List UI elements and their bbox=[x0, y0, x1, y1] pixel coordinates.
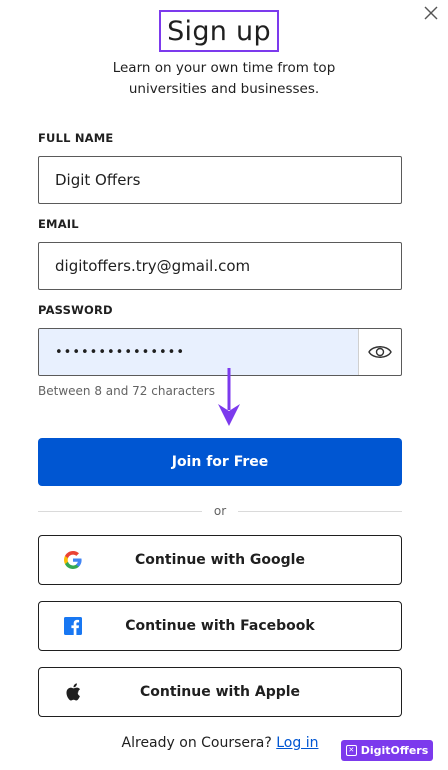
eye-icon bbox=[368, 346, 392, 358]
google-icon bbox=[63, 550, 83, 570]
full-name-input[interactable]: Digit Offers bbox=[38, 156, 402, 204]
title-highlight-box: Sign up bbox=[159, 10, 279, 52]
full-name-value: Digit Offers bbox=[55, 171, 141, 189]
continue-with-facebook-button[interactable]: Continue with Facebook bbox=[38, 601, 402, 651]
full-name-label: FULL NAME bbox=[38, 131, 114, 145]
or-divider: or bbox=[38, 502, 402, 520]
join-for-free-label: Join for Free bbox=[171, 454, 269, 470]
close-button[interactable] bbox=[420, 2, 442, 24]
google-label: Continue with Google bbox=[135, 552, 305, 568]
subtitle-line-1: Learn on your own time from top bbox=[112, 60, 336, 76]
password-helper: Between 8 and 72 characters bbox=[38, 384, 215, 398]
watermark-brand: DigitOffers bbox=[360, 744, 429, 757]
divider-line-right bbox=[238, 510, 402, 512]
subtitle: Learn on your own time from top universi… bbox=[0, 58, 448, 100]
digitoffers-watermark: ✕ DigitOffers bbox=[341, 740, 433, 761]
footer-text: Already on Coursera? bbox=[121, 735, 272, 751]
email-value: digitoffers.try@gmail.com bbox=[55, 257, 251, 275]
divider-line-left bbox=[38, 510, 202, 512]
email-label: EMAIL bbox=[38, 217, 79, 231]
facebook-icon bbox=[63, 616, 83, 636]
or-text: or bbox=[213, 504, 227, 518]
subtitle-line-2: universities and businesses. bbox=[128, 81, 320, 97]
close-icon bbox=[424, 6, 438, 20]
arrow-down-icon bbox=[218, 368, 240, 426]
page-title: Sign up bbox=[167, 15, 271, 47]
password-fill[interactable]: ••••••••••••••• bbox=[39, 329, 358, 375]
apple-icon bbox=[63, 682, 83, 702]
logo-icon: ✕ bbox=[345, 745, 357, 756]
join-for-free-button[interactable]: Join for Free bbox=[38, 438, 402, 486]
facebook-label: Continue with Facebook bbox=[125, 618, 315, 634]
password-label: PASSWORD bbox=[38, 303, 113, 317]
apple-label: Continue with Apple bbox=[139, 684, 301, 700]
show-password-toggle[interactable] bbox=[358, 329, 401, 375]
email-input[interactable]: digitoffers.try@gmail.com bbox=[38, 242, 402, 290]
continue-with-google-button[interactable]: Continue with Google bbox=[38, 535, 402, 585]
password-value: ••••••••••••••• bbox=[55, 344, 186, 360]
continue-with-apple-button[interactable]: Continue with Apple bbox=[38, 667, 402, 717]
log-in-link[interactable]: Log in bbox=[276, 735, 318, 751]
